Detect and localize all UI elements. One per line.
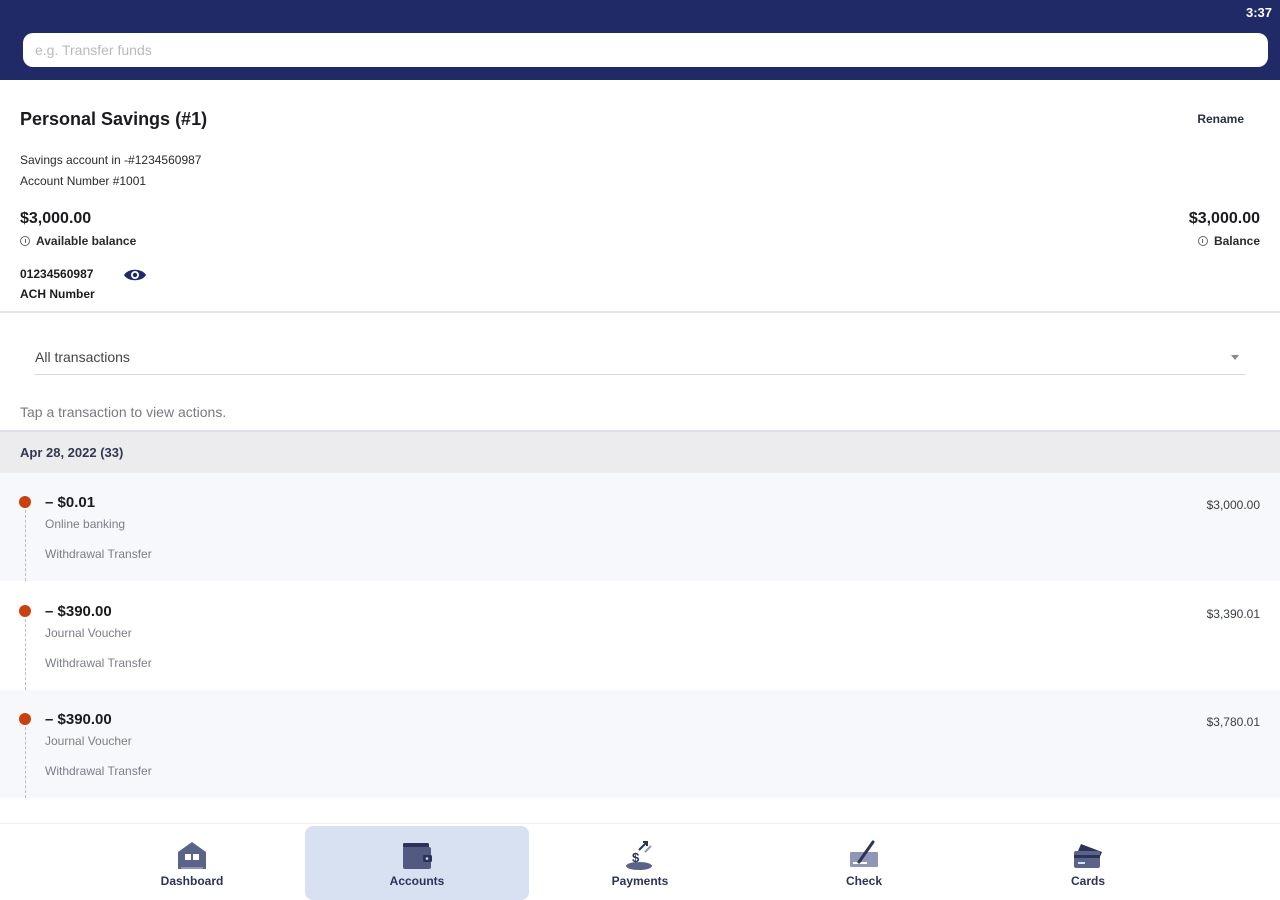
debit-dot-icon	[19, 713, 31, 725]
available-balance-label: Available balance	[20, 234, 136, 248]
transaction-row[interactable]: – $0.01 Online banking Withdrawal Transf…	[0, 473, 1280, 581]
transaction-type: Withdrawal Transfer	[45, 547, 152, 561]
balance-amount: $3,000.00	[1188, 210, 1260, 227]
transaction-source: Online banking	[45, 517, 126, 531]
balance-label-text: Balance	[1213, 234, 1260, 248]
transaction-running-balance: $3,780.01	[1206, 715, 1260, 729]
ach-number: 01234560987	[20, 267, 94, 281]
transaction-source: Journal Voucher	[45, 734, 132, 748]
transaction-amount: – $390.00	[45, 711, 112, 728]
status-time: 3:37	[1245, 5, 1272, 20]
date-group-header: Apr 28, 2022 (33)	[0, 430, 1280, 473]
transaction-row[interactable]: – $390.00 Journal Voucher Withdrawal Tra…	[0, 582, 1280, 690]
rename-button[interactable]: Rename	[1197, 112, 1244, 126]
divider	[0, 311, 1280, 313]
nav-payments[interactable]: $ Payments	[528, 826, 752, 900]
transaction-running-balance: $3,000.00	[1206, 498, 1260, 512]
wallet-icon	[403, 843, 432, 869]
nav-label: Accounts	[389, 874, 445, 888]
nav-check[interactable]: Check	[752, 826, 976, 900]
nav-cards[interactable]: Cards	[976, 826, 1200, 900]
debit-dot-icon	[19, 496, 31, 508]
nav-label: Dashboard	[160, 874, 224, 888]
date-group-label: Apr 28, 2022 (33)	[20, 445, 124, 460]
transaction-source: Journal Voucher	[45, 626, 132, 640]
transaction-running-balance: $3,390.01	[1206, 607, 1260, 621]
nav-label: Payments	[611, 874, 669, 888]
nav-label: Check	[845, 874, 883, 888]
card-icon	[1074, 844, 1102, 868]
transaction-type: Withdrawal Transfer	[45, 656, 152, 670]
available-balance-label-text: Available balance	[36, 234, 137, 248]
account-title: Personal Savings (#1)	[20, 109, 208, 129]
app-header: 3:37	[0, 0, 1280, 80]
balance-label: Balance	[1197, 234, 1260, 248]
savings-account-line: Savings account in -#1234560987	[20, 153, 202, 167]
info-icon	[20, 236, 30, 246]
eye-icon[interactable]	[123, 266, 147, 284]
bottom-navigation: Dashboard Accounts $ Payments Check Card…	[0, 823, 1280, 900]
transaction-type: Withdrawal Transfer	[45, 764, 152, 778]
debit-dot-icon	[19, 605, 31, 617]
timeline-connector	[25, 727, 26, 798]
ach-label: ACH Number	[20, 287, 95, 301]
search-input[interactable]	[23, 33, 1268, 67]
nav-accounts[interactable]: Accounts	[305, 826, 529, 900]
transaction-filter-dropdown[interactable]: All transactions	[35, 340, 1245, 375]
transaction-amount: – $390.00	[45, 603, 112, 620]
info-icon	[1197, 236, 1208, 246]
svg-text:$: $	[632, 850, 640, 865]
transaction-hint: Tap a transaction to view actions.	[20, 404, 227, 420]
chevron-down-icon	[1231, 354, 1239, 360]
payments-icon: $	[626, 841, 652, 870]
timeline-connector	[25, 619, 26, 690]
filter-selected-value: All transactions	[35, 349, 130, 365]
timeline-connector	[25, 510, 26, 581]
transaction-row[interactable]: – $390.00 Journal Voucher Withdrawal Tra…	[0, 690, 1280, 798]
account-number-line: Account Number #1001	[20, 174, 147, 188]
available-balance-amount: $3,000.00	[20, 210, 92, 227]
nav-dashboard[interactable]: Dashboard	[80, 826, 304, 900]
nav-label: Cards	[1070, 874, 1105, 888]
check-deposit-icon	[850, 840, 878, 867]
transaction-amount: – $0.01	[45, 494, 96, 511]
home-icon	[178, 842, 206, 869]
